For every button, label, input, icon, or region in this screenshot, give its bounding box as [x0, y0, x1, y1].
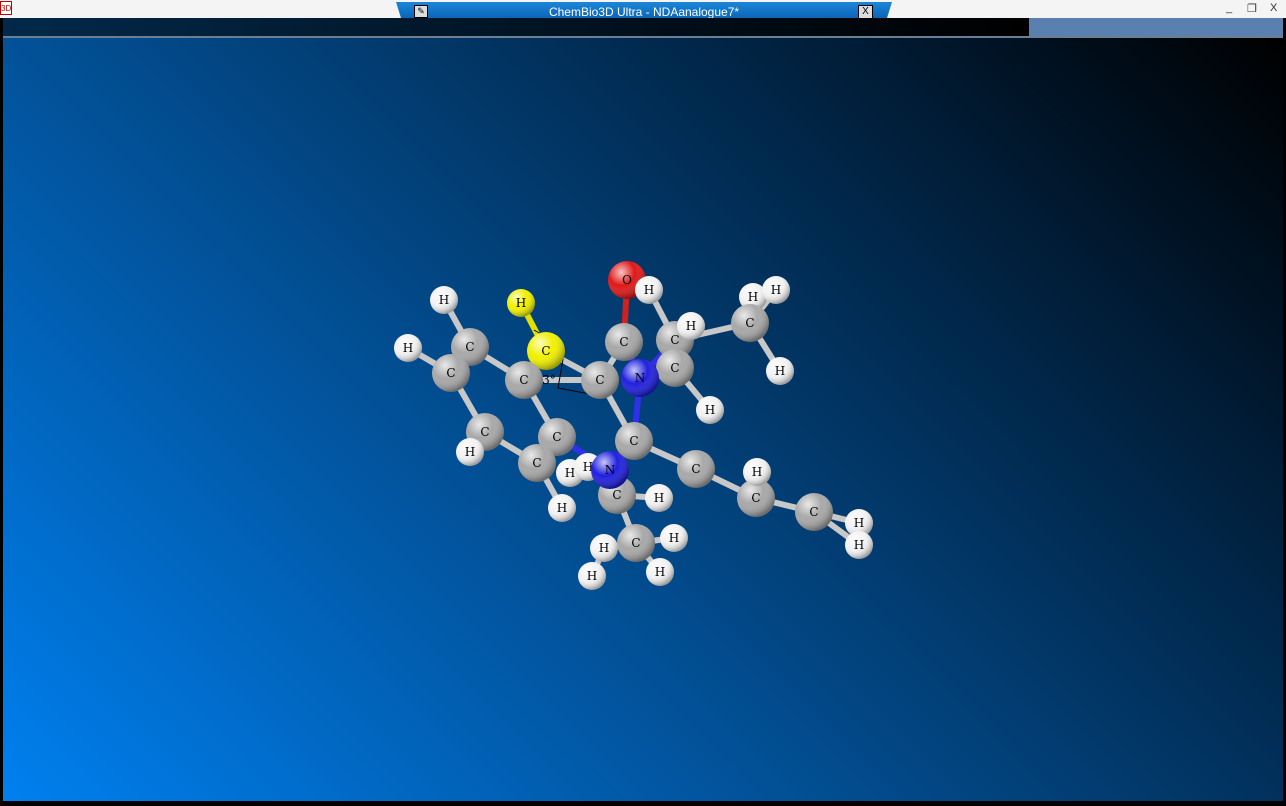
atom-h[interactable]: H — [394, 334, 422, 362]
atom-n[interactable]: N — [591, 451, 629, 489]
atom-label: C — [629, 434, 638, 448]
atom-h[interactable]: H — [762, 276, 790, 304]
atom-label: H — [686, 319, 696, 333]
atom-label: C — [446, 366, 455, 380]
atom-label: C — [612, 488, 621, 502]
atom-h[interactable]: H — [635, 276, 663, 304]
close-document-button[interactable]: X — [858, 5, 873, 19]
atom-n[interactable]: N — [621, 359, 659, 397]
atom-label: H — [403, 341, 413, 355]
atom-label: H — [854, 538, 864, 552]
atom-c[interactable]: C — [581, 361, 619, 399]
atom-label: H — [854, 516, 864, 530]
atom-label: N — [605, 463, 616, 477]
atom-c[interactable]: C — [505, 361, 543, 399]
atom-label: O — [622, 273, 632, 287]
atom-h[interactable]: H — [677, 312, 705, 340]
close-window-button[interactable]: X — [1270, 2, 1277, 14]
atom-label: C — [751, 491, 760, 505]
atom-label: C — [691, 462, 700, 476]
atom-h[interactable]: H — [766, 357, 794, 385]
atom-h[interactable]: H — [430, 286, 458, 314]
atom-h[interactable]: H — [578, 562, 606, 590]
atom-c[interactable]: C — [656, 349, 694, 387]
atom-label: C — [670, 361, 679, 375]
atom-c[interactable]: C — [605, 323, 643, 361]
atom-h[interactable]: H — [646, 558, 674, 586]
atom-label: C — [595, 373, 604, 387]
app-icon[interactable]: 3D — [0, 1, 12, 15]
atom-c[interactable]: C — [432, 354, 470, 392]
atom-h[interactable]: H — [743, 458, 771, 486]
atom-label: C — [552, 430, 561, 444]
atom-h[interactable]: H — [507, 289, 535, 317]
atom-label: H — [771, 283, 781, 297]
atom-label: H — [654, 491, 664, 505]
atom-h[interactable]: H — [660, 524, 688, 552]
atom-label: H — [557, 501, 567, 515]
atom-label: C — [541, 344, 550, 358]
atom-h[interactable]: H — [696, 396, 724, 424]
atom-label: H — [465, 445, 475, 459]
atom-label: C — [465, 340, 474, 354]
atom-c[interactable]: C — [731, 304, 769, 342]
atom-label: H — [439, 293, 449, 307]
atom-label: H — [775, 364, 785, 378]
atom-c[interactable]: C — [677, 450, 715, 488]
window-title: ChemBio3D Ultra - NDAanalogue7* — [548, 5, 740, 19]
atom-label: H — [748, 290, 758, 304]
atom-h[interactable]: H — [548, 494, 576, 522]
atom-label: H — [587, 569, 597, 583]
atom-label: C — [670, 333, 679, 347]
atom-label: C — [519, 373, 528, 387]
atom-label: H — [516, 296, 526, 310]
atom-c[interactable]: C — [795, 493, 833, 531]
atom-label: C — [480, 425, 489, 439]
atom-label: C — [745, 316, 754, 330]
toolbar — [3, 18, 1025, 36]
atom-label: H — [752, 465, 762, 479]
atom-label: C — [809, 505, 818, 519]
atom-h[interactable]: H — [456, 438, 484, 466]
angle-label: 3° — [542, 373, 556, 387]
3d-model-viewport[interactable]: OHHHCCHCHHNCCCHHHCCCCHCCHCHHCNHCHHHHCCHC… — [3, 38, 1283, 801]
restore-button[interactable]: ❐ — [1247, 2, 1257, 15]
atom-label: H — [705, 403, 715, 417]
atom-label: H — [599, 541, 609, 555]
minimize-button[interactable]: _ — [1226, 2, 1232, 14]
atom-c[interactable]: C — [617, 524, 655, 562]
atom-h[interactable]: H — [845, 531, 873, 559]
atom-c[interactable]: C — [518, 444, 556, 482]
atom-h[interactable]: H — [645, 484, 673, 512]
atom-h[interactable]: H — [590, 534, 618, 562]
atom-label: C — [631, 536, 640, 550]
toolbar-panel — [1029, 18, 1283, 36]
atom-label: N — [635, 371, 646, 385]
atom-label: H — [644, 283, 654, 297]
taskbar: 3D ✎ ChemBio3D Ultra - NDAanalogue7* X _… — [0, 0, 1286, 21]
atom-label: C — [532, 456, 541, 470]
molecule-model[interactable]: OH H HCCHC HHNCCCHHH CC CCHCCHCH HCNHC HHH HCCHC… — [3, 38, 1283, 801]
atom-label: H — [565, 466, 575, 480]
atom-label: H — [669, 531, 679, 545]
atom-label: C — [619, 335, 628, 349]
atom-label: H — [655, 565, 665, 579]
